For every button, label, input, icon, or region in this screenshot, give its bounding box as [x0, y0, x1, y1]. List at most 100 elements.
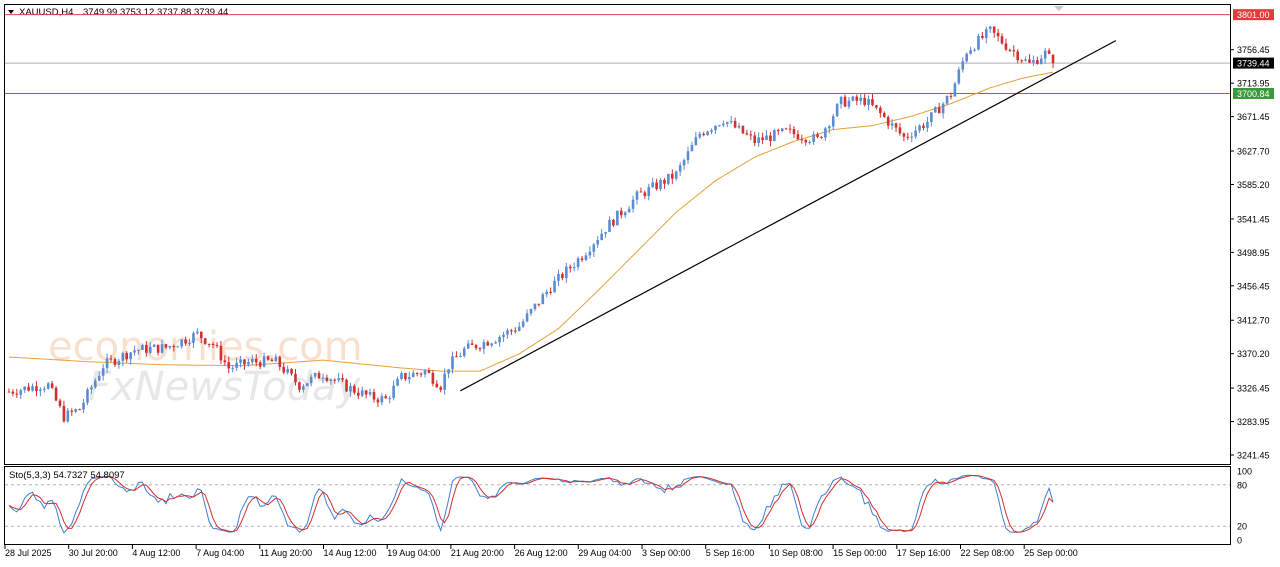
candle-bull — [686, 151, 690, 161]
candle-bull — [105, 358, 109, 369]
candle-bull — [910, 136, 914, 138]
time-tick-label: 25 Sep 00:00 — [1024, 548, 1078, 558]
candle-bear — [278, 356, 282, 367]
candle-bull — [659, 179, 662, 189]
candle-bull — [969, 50, 972, 54]
candle-bear — [741, 125, 745, 134]
candle-bull — [494, 342, 497, 344]
candle-bull — [933, 107, 937, 113]
candle-bull — [557, 273, 560, 281]
candle-bear — [35, 386, 38, 392]
candle-bull — [490, 343, 494, 346]
candle-bull — [808, 142, 811, 144]
dropdown-triangle-icon[interactable] — [8, 10, 14, 14]
candle-bull — [46, 383, 50, 389]
candle-bear — [784, 128, 788, 130]
candle-bear — [639, 191, 643, 193]
time-axis: 28 Jul 2025 30 Jul 20:00 4 Aug 12:00 7 Aug … — [4, 545, 1078, 558]
stoch-axis-label: 100 — [1237, 467, 1252, 477]
candle-bull — [462, 348, 466, 356]
candle-bull — [694, 137, 698, 146]
candle-bull — [502, 334, 505, 338]
candle-bear — [317, 373, 321, 379]
candle-bear — [981, 35, 984, 39]
candle-bear — [561, 273, 564, 279]
candle-bull — [196, 331, 199, 334]
time-tick-label: 26 Aug 12:00 — [515, 548, 568, 558]
candle-bear — [345, 379, 348, 392]
candle-bull — [651, 182, 654, 187]
candle-bear — [172, 345, 176, 348]
candle-bear — [470, 343, 474, 345]
candle-bear — [875, 105, 878, 108]
candle-bull — [706, 131, 709, 135]
candle-bear — [871, 99, 874, 106]
candle-bull — [274, 356, 278, 362]
candle-bull — [74, 409, 77, 412]
candle-bull — [129, 352, 132, 360]
candle-bear — [384, 396, 388, 399]
candle-bear — [113, 358, 117, 365]
candle-bull — [39, 389, 42, 392]
price-tick-label: 3756.45 — [1237, 45, 1270, 55]
candle-bear — [415, 373, 419, 375]
candle-bull — [647, 186, 651, 197]
candle-bear — [207, 343, 211, 345]
candle-bull — [565, 266, 568, 279]
candle-bull — [152, 344, 156, 347]
time-tick-label: 22 Sep 08:00 — [961, 548, 1015, 558]
candle-bull — [690, 145, 694, 152]
price-tick-label: 3671.45 — [1237, 112, 1270, 122]
chart-canvas[interactable]: economies.com FxNewsToday XAUUSD,H4 3749… — [0, 0, 1280, 567]
candle-bull — [890, 123, 894, 126]
candle-bear — [7, 391, 11, 393]
candle-bear — [510, 330, 513, 332]
candle-bull — [466, 343, 470, 349]
candle-bull — [133, 350, 136, 353]
candle-bull — [757, 137, 760, 143]
candle-bull — [867, 99, 870, 105]
candle-bear — [568, 266, 572, 269]
candle-bear — [266, 356, 270, 360]
candle-bull — [682, 160, 686, 166]
time-tick-label: 10 Sep 08:00 — [769, 548, 823, 558]
candle-bear — [619, 210, 623, 216]
candle-bear — [761, 137, 764, 141]
candle-bull — [97, 375, 101, 381]
candle-bull — [66, 410, 70, 422]
candle-bear — [427, 370, 431, 373]
candle-bull — [117, 360, 121, 365]
candle-bear — [50, 383, 54, 388]
candle-bull — [451, 356, 454, 370]
shift-marker-icon[interactable] — [1054, 6, 1064, 11]
candle-bull — [812, 134, 815, 143]
candle-bear — [671, 173, 674, 179]
candle-bull — [235, 362, 238, 368]
candle-bear — [341, 378, 344, 380]
candle-bull — [635, 191, 639, 200]
candle-bear — [1036, 60, 1039, 64]
candle-bear — [992, 26, 996, 33]
candle-bear — [282, 366, 286, 373]
price-tick-label: 3498.95 — [1237, 248, 1270, 258]
candle-bull — [86, 389, 89, 403]
candle-bear — [745, 133, 749, 135]
candle-bull — [930, 112, 933, 123]
candle-bear — [804, 139, 808, 143]
candle-bear — [478, 348, 482, 350]
candle-bull — [459, 355, 462, 357]
candle-bear — [949, 95, 953, 97]
time-tick-label: 4 Aug 12:00 — [132, 548, 180, 558]
candle-bear — [78, 409, 81, 411]
candle-bear — [356, 392, 360, 396]
stoch-axis-label: 0 — [1237, 536, 1242, 546]
candle-bull — [824, 128, 827, 138]
price-tick-label: 3541.45 — [1237, 214, 1270, 224]
candle-bull — [596, 239, 600, 245]
candle-bull — [302, 386, 305, 390]
candle-bull — [667, 173, 670, 184]
candle-bear — [537, 303, 541, 305]
candle-bear — [243, 359, 246, 365]
candle-bear — [419, 373, 423, 375]
candle-bear — [902, 133, 906, 137]
